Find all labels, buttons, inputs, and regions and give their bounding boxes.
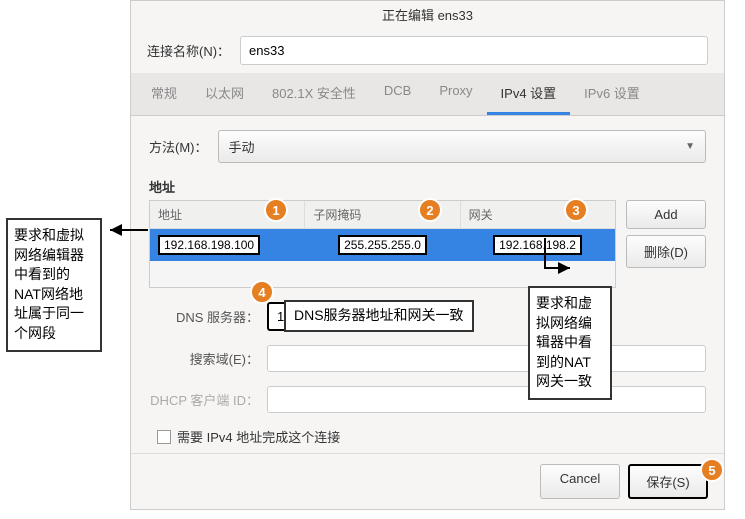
badge-4: 4 [250, 280, 274, 304]
require-ipv4-row: 需要 IPv4 地址完成这个连接 [157, 427, 706, 446]
connection-name-row: 连接名称(N)： [131, 28, 724, 73]
method-row: 方法(M)： 手动 ▼ [149, 130, 706, 163]
tab-proxy[interactable]: Proxy [425, 73, 486, 115]
address-buttons: Add 删除(D) [626, 200, 706, 288]
address-row-selected[interactable]: 192.168.198.100 255.255.255.0 192.168.19… [150, 229, 615, 261]
annotation-left: 要求和虚拟 网络编辑器 中看到的 NAT网络地 址属于同一 个网段 [6, 218, 102, 352]
badge-2: 2 [418, 198, 442, 222]
tab-ipv6[interactable]: IPv6 设置 [570, 73, 654, 115]
search-domain-row: 搜索域(E)： [149, 345, 706, 372]
search-domain-label: 搜索域(E)： [149, 349, 259, 368]
tab-security[interactable]: 802.1X 安全性 [258, 73, 370, 115]
dhcp-client-input[interactable] [267, 386, 706, 413]
tab-bar: 常规 以太网 802.1X 安全性 DCB Proxy IPv4 设置 IPv6… [131, 73, 724, 116]
method-dropdown[interactable]: 手动 ▼ [218, 130, 707, 163]
method-label: 方法(M)： [149, 137, 208, 156]
annotation-dns-hint: DNS服务器地址和网关一致 [284, 300, 474, 332]
dialog-footer: Cancel 保存(S) [131, 453, 724, 509]
tab-ethernet[interactable]: 以太网 [191, 73, 258, 115]
tab-ipv4[interactable]: IPv4 设置 [487, 73, 571, 115]
tab-general[interactable]: 常规 [137, 73, 191, 115]
address-empty-row [150, 261, 615, 287]
annotation-right: 要求和虚 拟网络编 辑器中看 到的NAT 网关一致 [528, 286, 612, 400]
dhcp-client-label: DHCP 客户端 ID： [149, 390, 259, 409]
edit-connection-dialog: 正在编辑 ens33 连接名称(N)： 常规 以太网 802.1X 安全性 DC… [130, 0, 725, 510]
tab-dcb[interactable]: DCB [370, 73, 425, 115]
require-ipv4-checkbox[interactable] [157, 430, 171, 444]
save-button[interactable]: 保存(S) [628, 464, 708, 499]
cancel-button[interactable]: Cancel [540, 464, 620, 499]
col-gateway: 网关 [461, 201, 615, 228]
address-section-label: 地址 [149, 177, 706, 196]
delete-button[interactable]: 删除(D) [626, 235, 706, 268]
dhcp-client-row: DHCP 客户端 ID： [149, 386, 706, 413]
connection-name-label: 连接名称(N)： [147, 41, 230, 60]
netmask-cell[interactable]: 255.255.255.0 [338, 235, 427, 255]
badge-3: 3 [564, 198, 588, 222]
chevron-down-icon: ▼ [685, 141, 695, 152]
method-value: 手动 [229, 137, 255, 156]
gateway-cell[interactable]: 192.168.198.2 [493, 235, 582, 255]
address-table-header: 地址 子网掩码 网关 [150, 201, 615, 229]
dialog-title: 正在编辑 ens33 [131, 1, 724, 28]
add-button[interactable]: Add [626, 200, 706, 229]
badge-1: 1 [264, 198, 288, 222]
address-table: 地址 子网掩码 网关 192.168.198.100 255.255.255.0… [149, 200, 616, 288]
connection-name-input[interactable] [240, 36, 708, 65]
search-domain-input[interactable] [267, 345, 706, 372]
address-cell[interactable]: 192.168.198.100 [158, 235, 260, 255]
badge-5: 5 [700, 458, 724, 482]
require-ipv4-label: 需要 IPv4 地址完成这个连接 [177, 427, 340, 446]
dns-label: DNS 服务器： [149, 307, 259, 326]
